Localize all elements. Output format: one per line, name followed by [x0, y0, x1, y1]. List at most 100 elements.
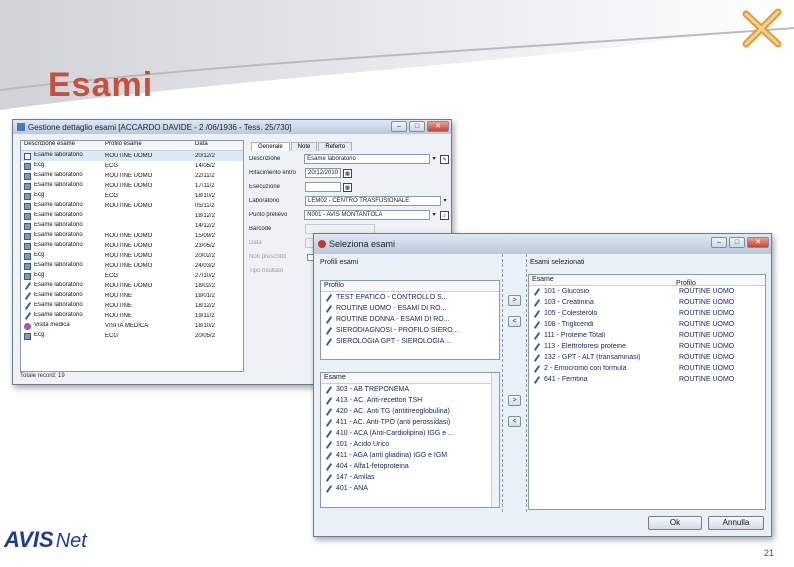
table-row[interactable]: Ecg ECG 20/05/2 — [21, 331, 243, 341]
tab-referto[interactable]: Referto — [318, 142, 353, 151]
window-title: Gestione dettaglio esami [ACCARDO DAVIDE… — [28, 122, 292, 132]
list-item[interactable]: 108 - Trigliceridi ROUTINE UOMO — [529, 319, 765, 330]
esami-scrollbar[interactable] — [491, 373, 499, 507]
list-item[interactable]: 101 - Acido Urico — [321, 439, 499, 450]
calendar-icon[interactable]: ▦ — [343, 168, 352, 178]
chevron-down-icon[interactable]: ▾ — [441, 196, 449, 206]
table-row[interactable]: Ecg ECG 27/10/2 — [21, 271, 243, 281]
image-icon — [24, 272, 31, 280]
table-row[interactable]: Esame laboratorio ROUTINE UOMO 05/11/2 — [21, 201, 243, 211]
remove-profilo-button[interactable]: < — [508, 316, 521, 327]
descrizione-select[interactable]: Esame laboratorio — [304, 154, 431, 164]
image-icon — [24, 222, 31, 230]
list-item[interactable]: 410 - ACA (Anti-Cardiolipina) IGG e ... — [321, 428, 499, 439]
col-header-data[interactable]: Data — [195, 141, 243, 150]
esame-name: 411 - AGA (anti gliadina) IGG e IGM — [336, 452, 448, 459]
list-item[interactable]: TEST EPATICO - CONTROLLO S... — [321, 292, 499, 303]
list-item[interactable]: ROUTINE UOMO - ESAMI DI RO... — [321, 303, 499, 314]
remove-esame-button[interactable]: < — [508, 416, 521, 427]
image-icon — [24, 242, 31, 250]
pen-icon — [24, 282, 32, 291]
row-data: 14/12/2 — [195, 223, 216, 229]
table-row[interactable]: Esame laboratorio ROUTINE UOMO 23/05/2 — [21, 241, 243, 251]
list-item[interactable]: 404 - Alfa1-fetoproteina — [321, 461, 499, 472]
table-row[interactable]: Visita medica VISITA MEDICA 18/10/2 — [21, 321, 243, 331]
row-profilo: VISITA MEDICA — [105, 323, 149, 329]
table-row[interactable]: Esame laboratorio ROUTINE 19/11/2 — [21, 311, 243, 321]
table-row[interactable]: Ecg ROUTINE UOMO 20/02/2 — [21, 251, 243, 261]
punto-prelievo-label: Punto prelievo — [249, 212, 288, 218]
row-profilo: ECG — [105, 333, 119, 339]
list-item[interactable]: 641 - Ferritina ROUTINE UOMO — [529, 374, 765, 385]
profilo-name: TEST EPATICO - CONTROLLO S... — [336, 294, 448, 301]
edit-icon[interactable]: ✎ — [440, 154, 449, 164]
laboratorio-select[interactable]: LEM02 - CENTRO TRASFUSIONALE — [305, 196, 441, 206]
table-row[interactable]: Esame laboratorio ROUTINE UOMO 20/12/2 — [21, 151, 243, 161]
minimize-button[interactable]: – — [711, 237, 727, 248]
list-item[interactable]: 413 - AC. Anti-recettori TSH — [321, 395, 499, 406]
table-row[interactable]: Ecg ECG 14/05/2 — [21, 161, 243, 171]
list-item[interactable]: 411 - AC. Anti-TPO (anti perossidasi) — [321, 417, 499, 428]
table-row[interactable]: Esame laboratorio ROUTINE UOMO 22/11/2 — [21, 171, 243, 181]
profilo-name: SIERODIAGNOSI - PROFILO SIERO... — [336, 327, 459, 334]
list-item[interactable]: 303 - AB TREPONEMA — [321, 384, 499, 395]
row-data: 18/12/2 — [195, 213, 216, 219]
table-row[interactable]: Esame laboratorio ROUTINE UOMO 24/03/2 — [21, 261, 243, 271]
row-descrizione: Ecg — [21, 272, 105, 280]
tab-generale[interactable]: Generale — [251, 142, 290, 151]
table-row[interactable]: Ecg ECG 18/10/2 — [21, 191, 243, 201]
list-item[interactable]: SIEROLOGIA GPT - SIEROLOGIA ... — [321, 336, 499, 347]
table-row[interactable]: Esame laboratorio ROUTINE UOMO 17/11/2 — [21, 181, 243, 191]
table-row[interactable]: Esame laboratorio ROUTINE 18/12/2 — [21, 301, 243, 311]
col-header-descrizione[interactable]: Descrizione esame — [21, 141, 105, 150]
esame-header[interactable]: Esame — [321, 373, 499, 384]
row-descrizione-text: Ecg — [34, 162, 45, 168]
row-descrizione: Esame laboratorio — [21, 232, 105, 240]
calendar-icon[interactable]: ▦ — [343, 182, 352, 192]
list-item[interactable]: 2 - Emocromo con formula ROUTINE UOMO — [529, 363, 765, 374]
esame-name: 401 - ANA — [336, 485, 368, 492]
add-profilo-button[interactable]: > — [508, 295, 521, 306]
rifacimento-field[interactable]: 20/12/2010 — [305, 168, 341, 178]
list-item[interactable]: 147 - Amilas — [321, 472, 499, 483]
maximize-button[interactable]: □ — [729, 237, 745, 248]
list-item[interactable]: 420 - AC. Anti TG (antitireoglobulina) — [321, 406, 499, 417]
list-item[interactable]: 105 - Colesterolo ROUTINE UOMO — [529, 308, 765, 319]
annulla-button[interactable]: Annulla — [708, 516, 764, 530]
tab-note[interactable]: Note — [290, 142, 318, 151]
sel-col-esame[interactable]: Esame — [532, 275, 676, 285]
list-item[interactable]: 111 - Proteine Totali ROUTINE UOMO — [529, 330, 765, 341]
table-row[interactable]: Esame laboratorio 14/12/2 — [21, 221, 243, 231]
list-item[interactable]: SIERODIAGNOSI - PROFILO SIERO... — [321, 325, 499, 336]
row-data: 14/05/2 — [195, 163, 216, 169]
chevron-down-icon[interactable]: ▾ — [430, 210, 438, 220]
table-row[interactable]: Esame laboratorio ROUTINE UOMO 18/02/2 — [21, 281, 243, 291]
col-header-profilo[interactable]: Profilo esame — [105, 141, 195, 150]
list-item[interactable]: 113 - Elettroforesi proteine ROUTINE UOMO — [529, 341, 765, 352]
close-button[interactable]: ✕ — [427, 121, 449, 132]
add-esame-button[interactable]: > — [508, 395, 521, 406]
list-item[interactable]: 103 - Creatinina ROUTINE UOMO — [529, 297, 765, 308]
esecuzione-field[interactable] — [305, 182, 341, 192]
chevron-down-icon[interactable]: ▾ — [430, 154, 438, 164]
ok-button[interactable]: Ok — [648, 516, 702, 530]
maximize-button[interactable]: □ — [409, 121, 425, 132]
close-button[interactable]: ✕ — [747, 237, 769, 248]
list-item[interactable]: 101 - Glucosio ROUTINE UOMO — [529, 286, 765, 297]
punto-prelievo-select[interactable]: N001 - AVIS MONTANTOLA — [304, 210, 431, 220]
table-row[interactable]: Esame laboratorio ROUTINE UOMO 15/09/2 — [21, 231, 243, 241]
search-icon[interactable]: ⌕ — [440, 210, 449, 220]
minimize-button[interactable]: – — [391, 121, 407, 132]
profilo-header[interactable]: Profilo — [321, 281, 499, 292]
list-item[interactable]: ROUTINE DONNA - ESAMI DI RO... — [321, 314, 499, 325]
list-item[interactable]: 411 - AGA (anti gliadina) IGG e IGM — [321, 450, 499, 461]
esami-grid: Descrizione esame Profilo esame Data Esa… — [20, 140, 244, 372]
list-item[interactable]: 401 - ANA — [321, 483, 499, 494]
table-row[interactable]: Esame laboratorio 18/12/2 — [21, 211, 243, 221]
row-descrizione-text: Visita medica — [34, 322, 70, 328]
table-row[interactable]: Esame laboratorio ROUTINE 18/01/2 — [21, 291, 243, 301]
pen-icon — [325, 451, 333, 460]
sel-esame: 111 - Proteine Totali — [544, 332, 606, 339]
image-icon — [24, 232, 31, 240]
list-item[interactable]: 132 - GPT - ALT (transaminasi) ROUTINE UO… — [529, 352, 765, 363]
